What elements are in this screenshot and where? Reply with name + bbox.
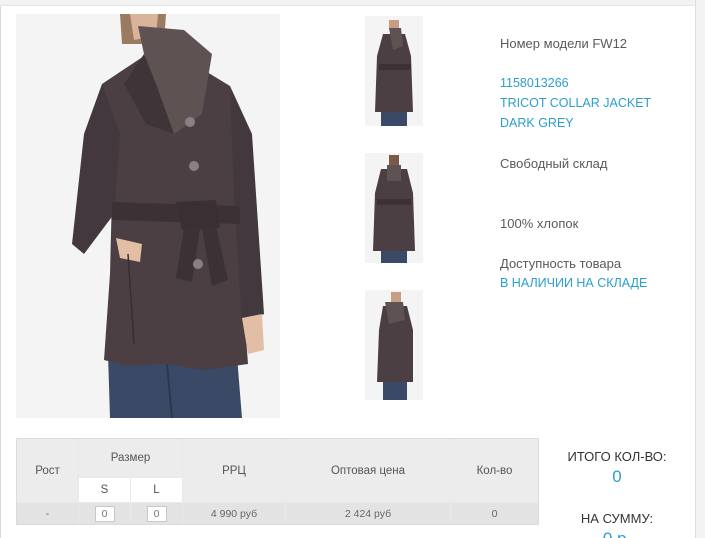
header-size-l: L (131, 478, 182, 502)
row-rrp: 4 990 руб (183, 503, 285, 524)
stock-type: Свободный склад (500, 156, 608, 171)
coat-thumb-image (365, 153, 423, 263)
total-qty-value: 0 (612, 467, 622, 486)
coat-thumb-image (365, 290, 423, 400)
qty-s-cell (79, 503, 130, 524)
order-totals: ИТОГО КОЛ-ВО: 0 НА СУММУ: 0 р. (552, 448, 682, 538)
row-height: - (17, 503, 78, 524)
row-qty: 0 (451, 503, 538, 524)
product-sku-link[interactable]: 1158013266 (500, 73, 569, 93)
material: 100% хлопок (500, 216, 579, 231)
thumbnail-2[interactable] (365, 153, 423, 263)
product-color-link[interactable]: DARK GREY (500, 113, 574, 133)
total-qty-label: ИТОГО КОЛ-ВО: (567, 449, 667, 464)
header-qty: Кол-во (451, 439, 538, 502)
qty-l-input[interactable] (146, 505, 167, 522)
availability-value: В НАЛИЧИИ НА СКЛАДЕ (500, 276, 648, 290)
qty-s-input[interactable] (94, 505, 115, 522)
total-sum-value: 0 р. (552, 528, 682, 538)
availability-label: Доступность товара (500, 256, 622, 271)
header-wholesale: Оптовая цена (286, 439, 450, 502)
header-size-s: S (79, 478, 130, 502)
order-table: Рост Размер S L РРЦ Оптовая цена Кол-во … (16, 438, 539, 525)
header-rrp: РРЦ (183, 439, 285, 502)
header-height: Рост (17, 439, 78, 502)
coat-model-image (16, 14, 280, 418)
total-sum-label: НА СУММУ: (580, 511, 654, 526)
model-number: Номер модели FW12 (500, 36, 628, 51)
right-border (695, 0, 705, 538)
main-product-photo[interactable] (16, 14, 280, 418)
header-size: Размер (79, 439, 182, 477)
row-wholesale: 2 424 руб (286, 503, 450, 524)
thumbnail-3[interactable] (365, 290, 423, 400)
top-border (0, 0, 705, 6)
qty-l-cell (131, 503, 182, 524)
product-name-link[interactable]: TRICOT COLLAR JACKET (500, 93, 651, 113)
coat-thumb-image (365, 16, 423, 126)
thumbnail-1[interactable] (365, 16, 423, 126)
